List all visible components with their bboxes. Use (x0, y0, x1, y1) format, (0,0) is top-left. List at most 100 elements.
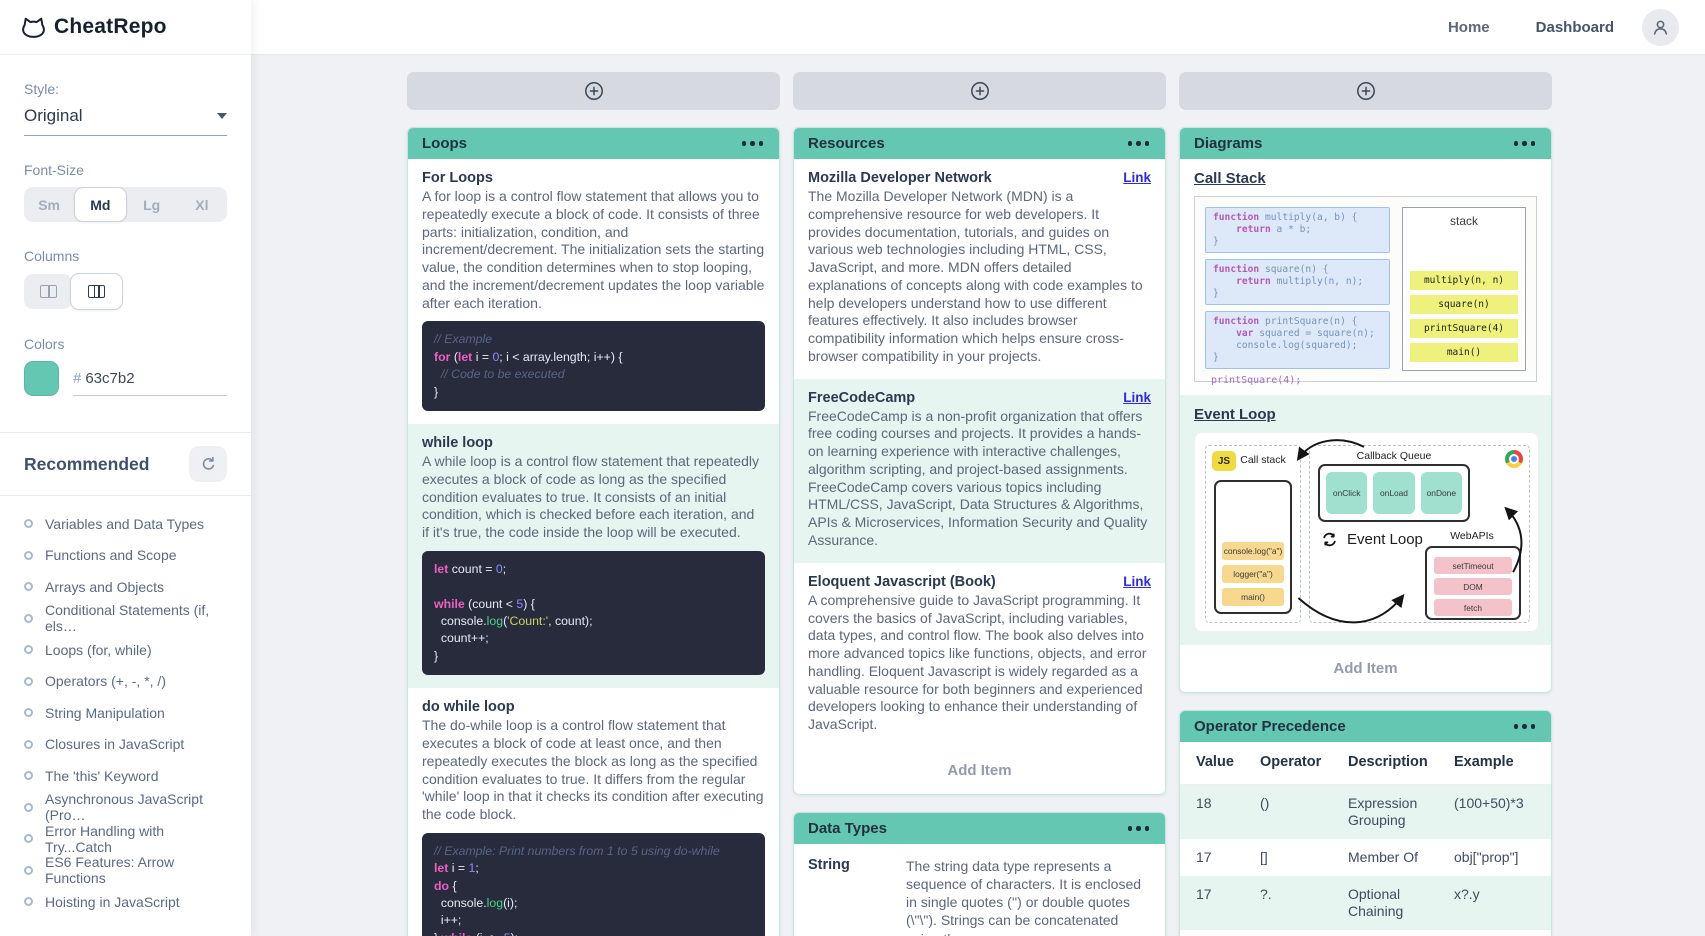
card-menu-icon[interactable] (740, 137, 766, 150)
operator-precedence-card: Operator Precedence Value Operator Descr… (1179, 710, 1552, 936)
card-title: Operator Precedence (1194, 718, 1346, 735)
font-size-xl-button[interactable]: Xl (177, 187, 227, 222)
chrome-icon (1505, 450, 1523, 468)
bullet-icon (24, 519, 33, 528)
font-size-md-button[interactable]: Md (74, 187, 126, 222)
refresh-button[interactable] (189, 446, 227, 482)
stack-frame: multiply(n, n) (1410, 271, 1518, 290)
plus-icon (584, 81, 604, 101)
recommended-item[interactable]: The 'this' Keyword (24, 760, 227, 792)
recommended-item[interactable]: Operators (+, -, *, /) (24, 666, 227, 698)
diagrams-card-header: Diagrams (1180, 128, 1551, 159)
recommended-item[interactable]: Hoisting in JavaScript (24, 886, 227, 918)
columns-two-button[interactable] (24, 274, 72, 309)
stack-panel: stack multiply(n, n)square(n)printSquare… (1402, 207, 1526, 371)
recommended-item[interactable]: ES6 Features: Arrow Functions (24, 855, 227, 887)
call-stack-box: console.log("a")logger("a")main() (1214, 480, 1292, 614)
table-cell: Optional Chaining (1348, 886, 1454, 920)
add-card-button[interactable] (407, 72, 780, 110)
brand-name: CheatRepo (54, 15, 167, 39)
columns-three-button[interactable] (70, 273, 123, 310)
card-menu-icon[interactable] (1126, 137, 1152, 150)
recommended-item-label: Operators (+, -, *, /) (45, 673, 166, 689)
resource-description: The Mozilla Developer Network (MDN) is a… (808, 188, 1151, 366)
resource-item: Eloquent Javascript (Book) Link A comprehe… (794, 563, 1165, 747)
add-item-button[interactable]: Add Item (1180, 645, 1551, 692)
code-line: var squared = square(n); (1213, 328, 1382, 340)
code-line: function printSquare(n) { (1213, 316, 1382, 328)
add-item-button[interactable]: Add Item (794, 747, 1165, 794)
user-icon (1650, 17, 1671, 38)
recommended-item[interactable]: Variables and Data Types (24, 508, 227, 540)
call-stack-diagram: function multiply(a, b) { return a * b;}… (1194, 196, 1537, 382)
avatar[interactable] (1642, 9, 1679, 46)
queue-item: onLoad (1373, 472, 1414, 514)
resource-link[interactable]: Link (1123, 170, 1151, 185)
code-block: // Example: Print numbers from 1 to 5 us… (422, 833, 765, 936)
callback-queue-label: Callback Queue (1318, 450, 1470, 462)
code-line: function square(n) { (1213, 264, 1382, 276)
style-group: Style: Original (24, 81, 227, 136)
code-line: count++; (434, 630, 753, 647)
section-text: The do-while loop is a control flow stat… (422, 717, 765, 824)
bullet-icon (24, 645, 33, 654)
font-size-lg-button[interactable]: Lg (127, 187, 177, 222)
resource-link[interactable]: Link (1123, 390, 1151, 405)
font-size-segment: SmMdLgXl (24, 187, 227, 222)
table-cell: obj["prop"] (1454, 849, 1551, 866)
recommended-item[interactable]: Arrays and Objects (24, 571, 227, 603)
table-cell: Expression Grouping (1348, 795, 1454, 829)
column-header: Description (1348, 754, 1454, 772)
loops-section: For LoopsA for loop is a control flow st… (408, 159, 779, 424)
recommended-item[interactable]: Conditional Statements (if, els… (24, 603, 227, 635)
colors-label: Colors (24, 336, 227, 352)
recommended-item[interactable]: Error Handling with Try...Catch (24, 823, 227, 855)
stack-item: main() (1222, 588, 1284, 606)
style-select[interactable]: Original (24, 106, 227, 136)
hex-prefix: # (73, 370, 81, 387)
loops-section: while loopA while loop is a control flow… (408, 424, 779, 688)
color-swatch[interactable] (24, 361, 59, 396)
nav-dashboard[interactable]: Dashboard (1536, 19, 1614, 36)
resources-card-header: Resources (794, 128, 1165, 159)
operator-precedence-card-header: Operator Precedence (1180, 711, 1551, 742)
resource-description: A comprehensive guide to JavaScript prog… (808, 592, 1151, 734)
recommended-item[interactable]: Closures in JavaScript (24, 729, 227, 761)
recommended-item[interactable]: Functions and Scope (24, 540, 227, 572)
font-size-sm-button[interactable]: Sm (24, 187, 74, 222)
callback-queue-box: onClickonLoadonDone (1318, 464, 1470, 522)
plus-icon (970, 81, 990, 101)
nav-home[interactable]: Home (1448, 19, 1490, 36)
resource-name: Eloquent Javascript (Book) (808, 574, 996, 590)
code-line: } (1213, 352, 1382, 364)
recommended-item[interactable]: String Manipulation (24, 697, 227, 729)
add-card-button[interactable] (1179, 72, 1552, 110)
card-title: Loops (422, 135, 467, 152)
resource-name: FreeCodeCamp (808, 390, 915, 406)
recommended-item-label: Arrays and Objects (45, 579, 164, 595)
hex-input[interactable]: # 63c7b2 (73, 370, 227, 396)
bullet-icon (24, 897, 33, 906)
recommended-item[interactable]: Asynchronous JavaScript (Pro… (24, 792, 227, 824)
table-row: 17()Function CallmyFunc() (1180, 930, 1551, 936)
call-stack-heading: Call Stack (1194, 170, 1537, 187)
recommended-item-label: Closures in JavaScript (45, 736, 184, 752)
call-stack-panel: JS Call stack console.log("a")logger("a"… (1205, 445, 1301, 623)
recommended-item-label: Hoisting in JavaScript (45, 894, 180, 910)
code-line: } (1213, 236, 1382, 248)
code-line: while (count < 5) { (434, 596, 753, 613)
card-menu-icon[interactable] (1512, 137, 1538, 150)
bullet-icon (24, 551, 33, 560)
card-menu-icon[interactable] (1512, 720, 1538, 733)
event-loop-row: Event Loop (1320, 530, 1423, 549)
code-line: // Example (434, 331, 753, 348)
recommended-item[interactable]: Loops (for, while) (24, 634, 227, 666)
style-label: Style: (24, 81, 227, 97)
add-card-button[interactable] (793, 72, 1166, 110)
webapis-label: WebAPIs (1429, 530, 1515, 542)
code-line: } (434, 384, 753, 401)
loops-section: do while loopThe do-while loop is a cont… (408, 688, 779, 936)
card-menu-icon[interactable] (1126, 822, 1152, 835)
bullet-icon (24, 740, 33, 749)
resource-link[interactable]: Link (1123, 574, 1151, 589)
